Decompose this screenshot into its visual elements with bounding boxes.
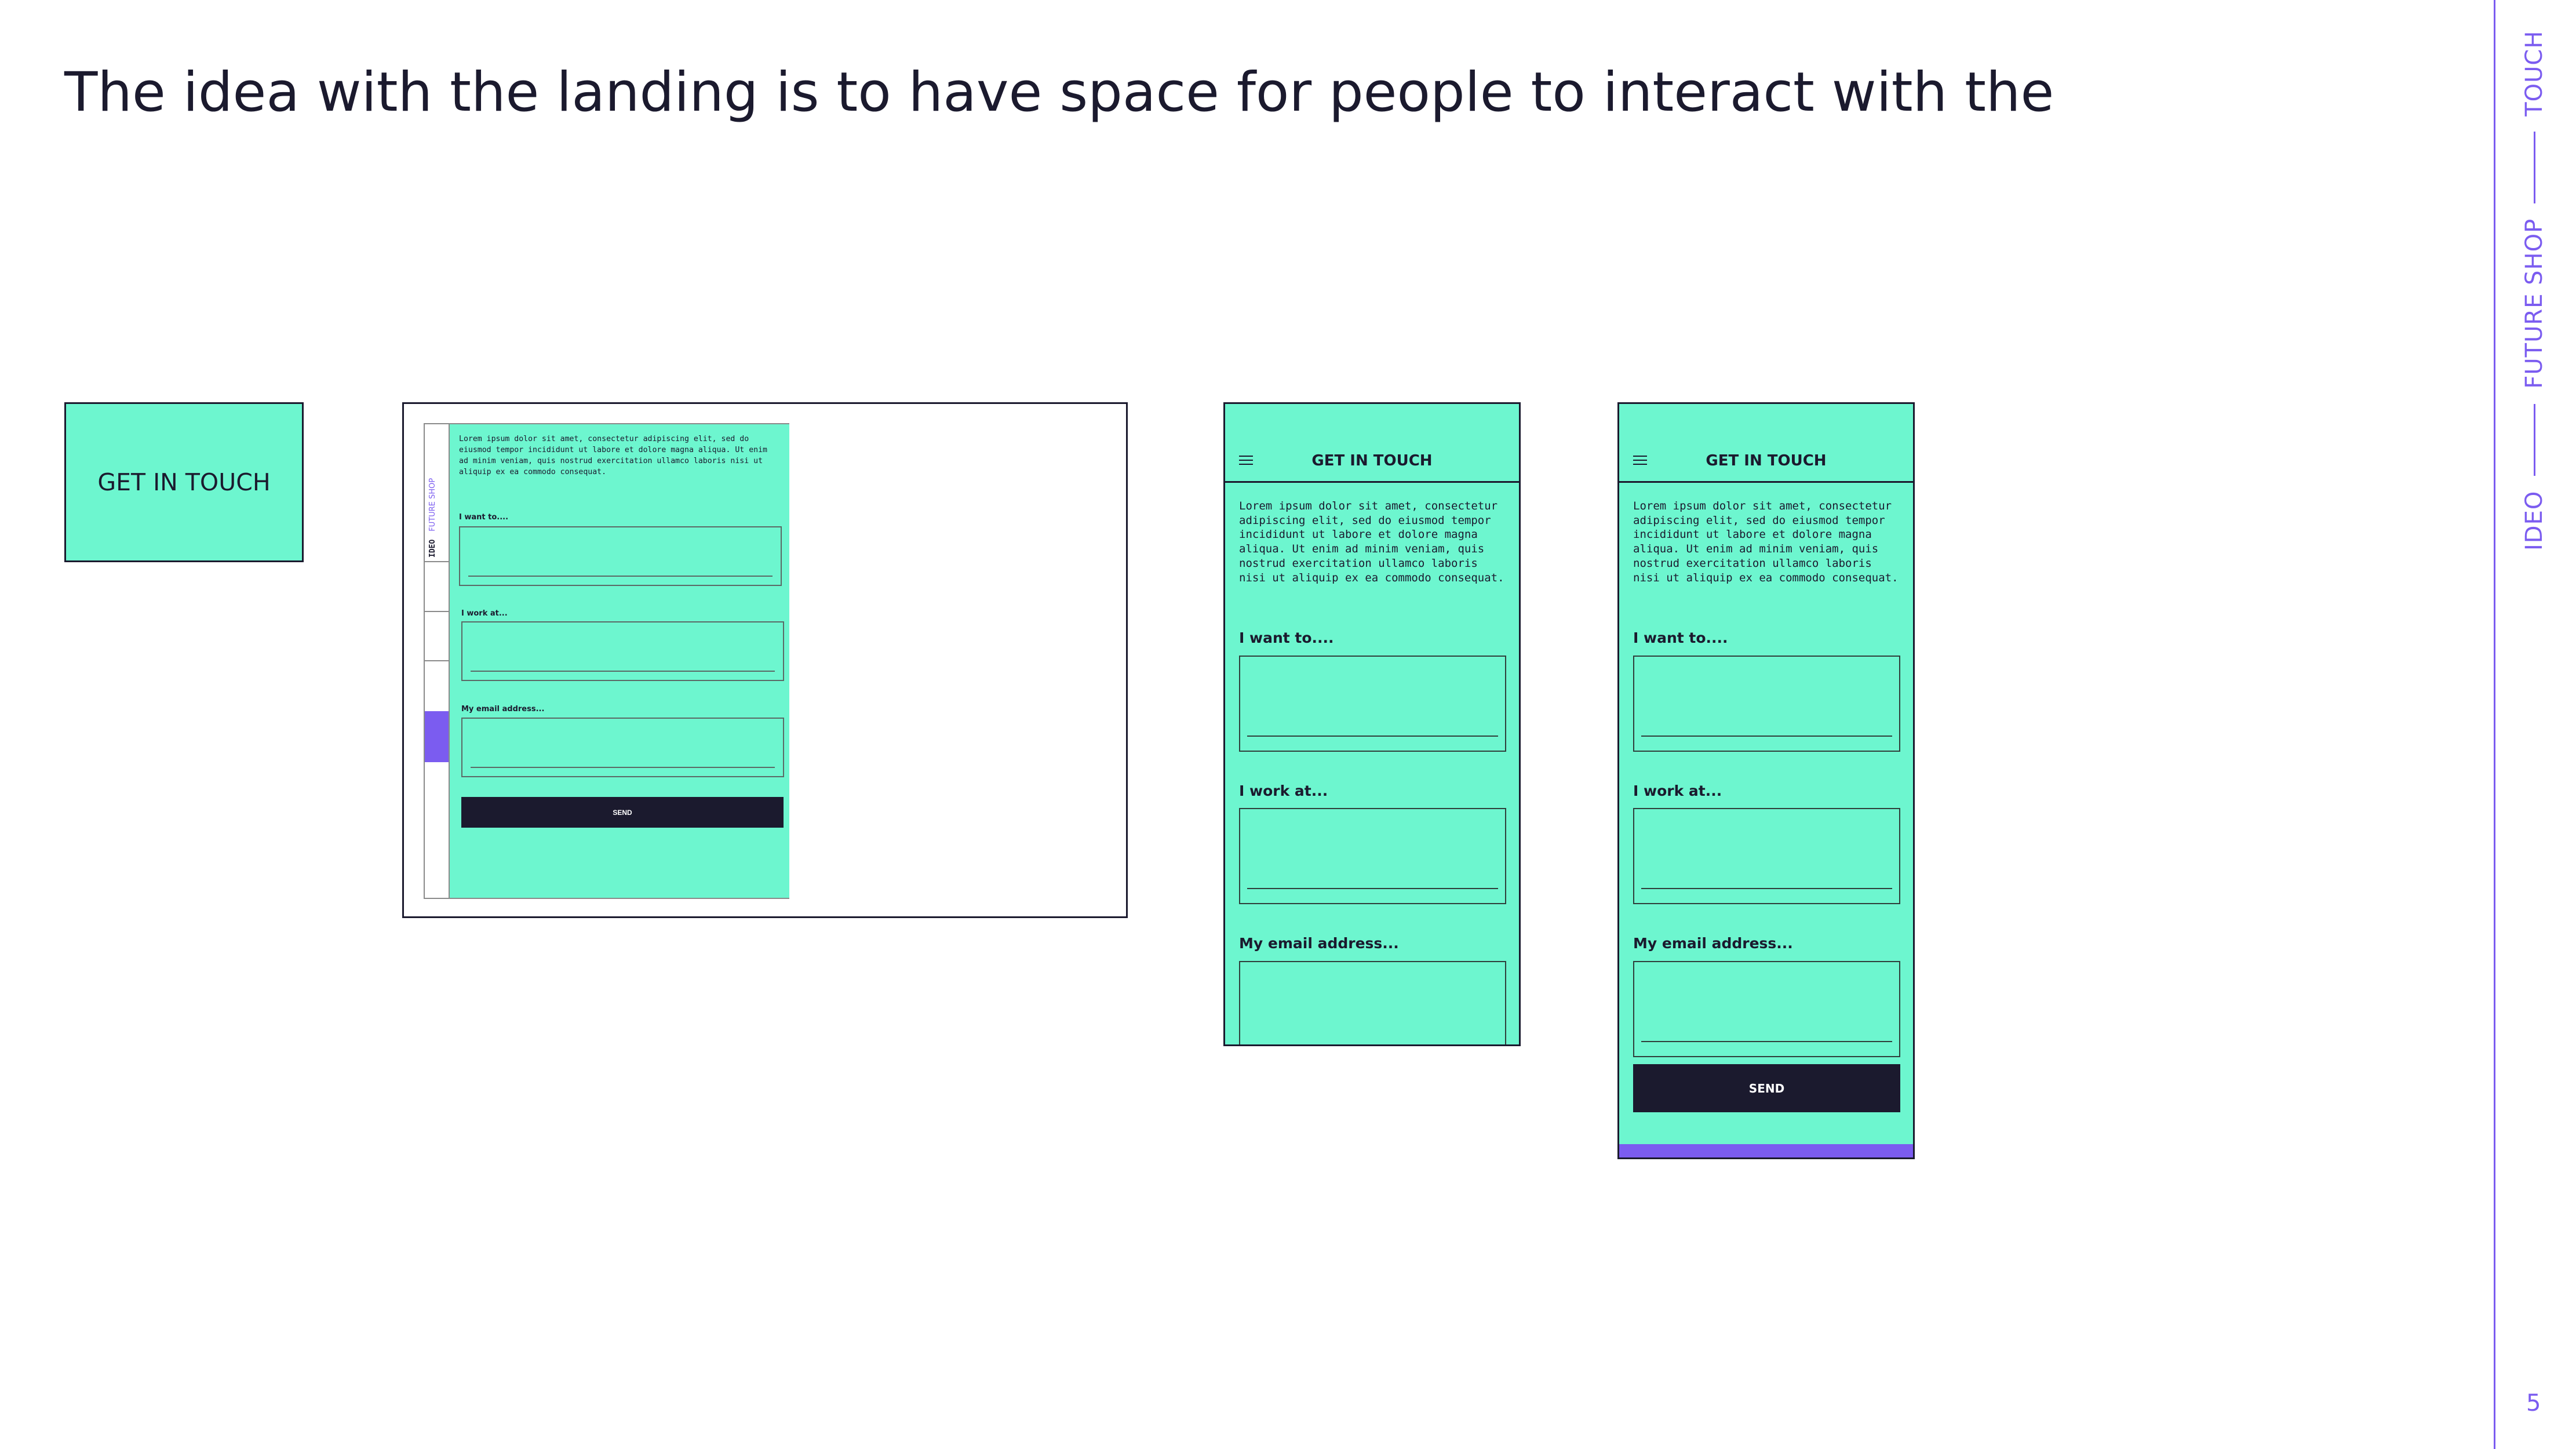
input-underline xyxy=(1247,736,1498,737)
mobile-input-want[interactable] xyxy=(1239,656,1506,752)
mobile-label-email: My email address... xyxy=(1239,935,1399,952)
sidebar-divider xyxy=(425,611,449,612)
rail-item-touch[interactable]: TOUCH xyxy=(2521,31,2548,116)
get-in-touch-label: GET IN TOUCH xyxy=(97,468,271,496)
rail-nav: IDEO FUTURE SHOP TOUCH xyxy=(2521,31,2548,551)
input-underline xyxy=(1641,888,1892,889)
mobile-header: GET IN TOUCH xyxy=(1619,404,1913,483)
input-underline xyxy=(1247,888,1498,889)
input-underline xyxy=(471,671,775,672)
brand-ideo: IDEO xyxy=(428,539,437,558)
desktop-frame: IDEO FUTURE SHOP Lorem ipsum dolor sit a… xyxy=(424,423,789,899)
input-underline xyxy=(468,576,773,577)
desktop-label-want: I want to.... xyxy=(459,513,509,522)
rail-separator xyxy=(2533,403,2535,476)
mobile-header: GET IN TOUCH xyxy=(1225,404,1519,483)
sidebar-divider xyxy=(425,561,449,562)
mobile-label-want: I want to.... xyxy=(1633,629,1728,646)
input-underline xyxy=(1641,1041,1892,1042)
mobile-label-work: I work at... xyxy=(1239,782,1328,799)
desktop-input-email[interactable] xyxy=(461,718,784,777)
mobile-input-want[interactable] xyxy=(1633,656,1900,752)
sidebar-active-item[interactable] xyxy=(425,711,449,762)
mobile-input-work[interactable] xyxy=(1633,808,1900,904)
sidebar-divider xyxy=(425,660,449,661)
mobile-input-email[interactable] xyxy=(1239,961,1506,1044)
desktop-label-work: I work at... xyxy=(461,609,508,618)
brand-future-shop: FUTURE SHOP xyxy=(428,478,437,531)
rail-divider xyxy=(2494,0,2495,1449)
mobile-mockup-full: GET IN TOUCH Lorem ipsum dolor sit amet,… xyxy=(1617,402,1915,1159)
desktop-intro-text: Lorem ipsum dolor sit amet, consectetur … xyxy=(459,435,767,476)
rail-separator xyxy=(2533,131,2535,203)
mobile-intro-text: Lorem ipsum dolor sit amet, consectetur … xyxy=(1239,500,1504,584)
input-underline xyxy=(1641,736,1892,737)
desktop-input-want[interactable] xyxy=(459,526,782,586)
desktop-sidebar: IDEO FUTURE SHOP xyxy=(425,424,450,898)
desktop-mockup: IDEO FUTURE SHOP Lorem ipsum dolor sit a… xyxy=(402,402,1128,918)
mobile-label-email: My email address... xyxy=(1633,935,1793,952)
rail-item-future-shop[interactable]: FUTURE SHOP xyxy=(2521,219,2548,389)
input-underline xyxy=(471,767,775,768)
mobile-send-button[interactable]: SEND xyxy=(1633,1064,1900,1112)
page-number: 5 xyxy=(2526,1390,2541,1417)
rail-item-ideo[interactable]: IDEO xyxy=(2521,491,2548,551)
mobile-input-email[interactable] xyxy=(1633,961,1900,1057)
sidebar-brand: IDEO FUTURE SHOP xyxy=(428,478,437,558)
mobile-footer-bar xyxy=(1619,1144,1913,1157)
desktop-input-work[interactable] xyxy=(461,621,784,681)
mobile-header-title: GET IN TOUCH xyxy=(1311,452,1433,469)
mobile-intro-text: Lorem ipsum dolor sit amet, consectetur … xyxy=(1633,500,1899,584)
desktop-form-panel: Lorem ipsum dolor sit amet, consectetur … xyxy=(450,424,789,898)
mobile-label-want: I want to.... xyxy=(1239,629,1334,646)
desktop-send-button[interactable]: SEND xyxy=(461,797,784,828)
get-in-touch-card[interactable]: GET IN TOUCH xyxy=(64,402,304,562)
desktop-label-email: My email address... xyxy=(461,705,545,713)
slide-title: The idea with the landing is to have spa… xyxy=(64,61,2054,124)
mobile-mockup-cropped: GET IN TOUCH Lorem ipsum dolor sit amet,… xyxy=(1223,402,1521,1046)
mobile-input-work[interactable] xyxy=(1239,808,1506,904)
mobile-label-work: I work at... xyxy=(1633,782,1722,799)
mobile-header-title: GET IN TOUCH xyxy=(1706,452,1827,469)
